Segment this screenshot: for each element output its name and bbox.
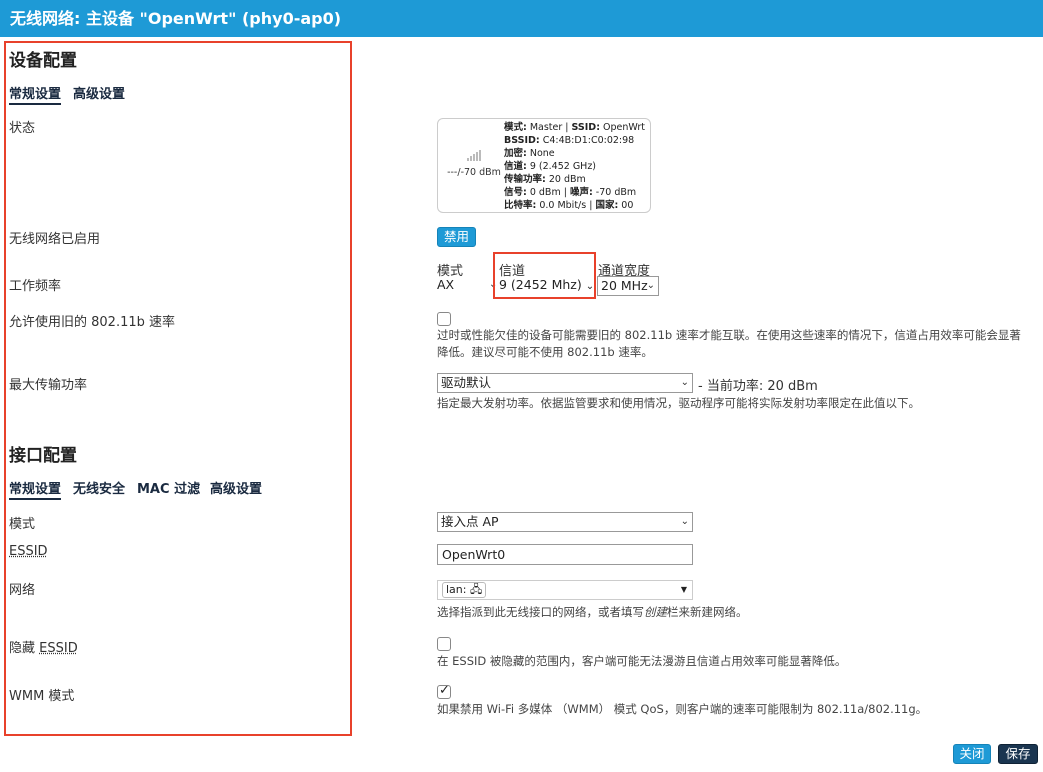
- tab-device-general[interactable]: 常规设置: [9, 83, 62, 105]
- ethernet-icon: 🖧: [469, 583, 483, 596]
- essid-input[interactable]: OpenWrt0: [437, 544, 693, 565]
- mode-select[interactable]: 接入点 AP ⌄: [437, 512, 693, 532]
- txpower-select[interactable]: 驱动默认 ⌄: [437, 373, 693, 393]
- legacy-rates-label: 允许使用旧的 802.11b 速率: [9, 315, 176, 330]
- status-info: 模式: Master | SSID: OpenWrt BSSID: C4:4B:…: [504, 121, 645, 212]
- status-panel: ---/-70 dBm 模式: Master | SSID: OpenWrt B…: [437, 118, 651, 213]
- chevron-down-icon: ⌄: [646, 280, 655, 291]
- essid-label: ESSID: [9, 544, 48, 559]
- iface-config-title: 接口配置: [9, 446, 77, 466]
- hide-essid-checkbox[interactable]: [437, 637, 451, 651]
- network-label: 网络: [9, 583, 36, 598]
- legacy-rates-checkbox[interactable]: [437, 312, 451, 326]
- wmm-checkbox[interactable]: ✓: [437, 683, 451, 699]
- signal-bars-icon: [467, 150, 481, 161]
- caret-down-icon: ▼: [680, 585, 687, 594]
- disable-button[interactable]: 禁用: [437, 227, 476, 247]
- channel-select[interactable]: 9 (2452 Mhz) ⌄: [499, 276, 594, 296]
- channel-width-select[interactable]: 20 MHz ⌄: [597, 276, 659, 296]
- txpower-desc: 指定最大发射功率。依据监管要求和使用情况，驱动程序可能将实际发射功率限定在此值以…: [437, 396, 920, 410]
- chevron-down-icon: ⌄: [585, 281, 595, 292]
- frequency-label: 工作频率: [9, 279, 62, 294]
- network-chip-lan: lan: 🖧: [442, 582, 487, 598]
- tab-wireless-security[interactable]: 无线安全: [73, 478, 125, 497]
- network-desc: 选择指派到此无线接口的网络，或者填写创建栏来新建网络。: [437, 605, 748, 619]
- wireless-enabled-label: 无线网络已启用: [9, 232, 101, 247]
- status-row-txpower: 传输功率: 20 dBm: [504, 174, 586, 185]
- mode-label: 模式: [9, 517, 36, 532]
- status-row-bssid: BSSID: C4:4B:D1:C0:02:98: [504, 135, 635, 146]
- hide-essid-desc: 在 ESSID 被隐藏的范围内，客户端可能无法漫游且信道占用效率可能显著降低。: [437, 654, 847, 668]
- wmm-desc: 如果禁用 Wi-Fi 多媒体 （WMM） 模式 QoS，则客户端的速率可能限制为…: [437, 702, 928, 716]
- chevron-down-icon: ⌄: [489, 279, 498, 290]
- window-title: 无线网络: 主设备 "OpenWrt" (phy0-ap0): [0, 0, 1043, 37]
- tab-iface-advanced[interactable]: 高级设置: [210, 478, 262, 497]
- wmm-label: WMM 模式: [9, 689, 75, 704]
- tab-mac-filter[interactable]: MAC 过滤: [137, 478, 200, 497]
- save-button[interactable]: 保存: [998, 744, 1038, 764]
- tab-device-advanced[interactable]: 高级设置: [73, 83, 125, 102]
- close-button[interactable]: 关闭: [953, 744, 991, 764]
- signal-text: ---/-70 dBm: [447, 167, 501, 178]
- status-row-encryption: 加密: None: [504, 148, 555, 159]
- check-icon: ✓: [439, 683, 450, 698]
- hide-essid-label: 隐藏 ESSID: [9, 641, 78, 656]
- chevron-down-icon: ⌄: [680, 377, 689, 388]
- status-row-bitrate: 比特率: 0.0 Mbit/s | 国家: 00: [504, 200, 634, 211]
- status-row-mode: 模式: Master | SSID: OpenWrt: [504, 122, 645, 133]
- status-label: 状态: [9, 121, 36, 136]
- legacy-rates-desc: 过时或性能欠佳的设备可能需要旧的 802.11b 速率才能互联。在使用这些速率的…: [437, 328, 1021, 359]
- status-row-channel: 信道: 9 (2.452 GHz): [504, 161, 597, 172]
- max-txpower-label: 最大传输功率: [9, 378, 88, 393]
- signal-indicator: ---/-70 dBm: [444, 149, 504, 178]
- hw-mode-select[interactable]: AX ⌄: [437, 276, 498, 294]
- tab-iface-general[interactable]: 常规设置: [9, 478, 62, 500]
- chevron-down-icon: ⌄: [680, 516, 689, 527]
- status-row-signal: 信号: 0 dBm | 噪声: -70 dBm: [504, 187, 637, 198]
- device-config-title: 设备配置: [9, 51, 77, 71]
- current-power-text: - 当前功率: 20 dBm: [698, 379, 818, 394]
- network-select[interactable]: lan: 🖧 ▼: [437, 580, 693, 600]
